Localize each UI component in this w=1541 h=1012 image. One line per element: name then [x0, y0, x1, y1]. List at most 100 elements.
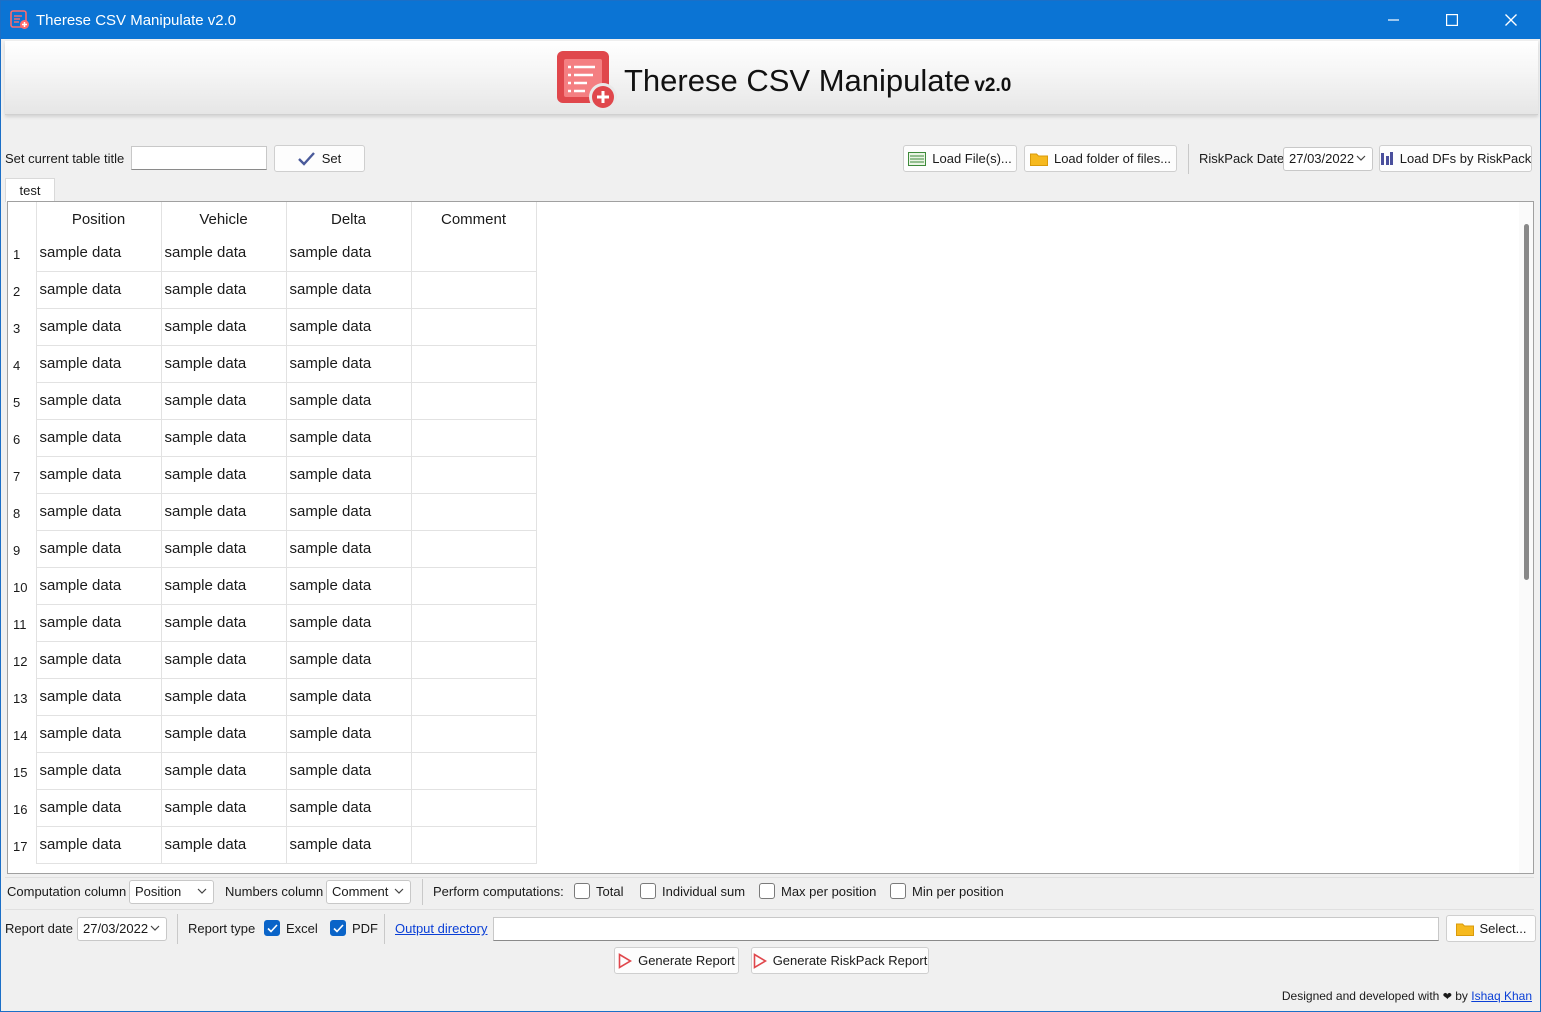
table-cell[interactable]: sample data	[161, 567, 287, 605]
output-directory-link[interactable]: Output directory	[395, 921, 488, 936]
table-cell[interactable]: sample data	[286, 382, 412, 420]
table-scrollbar[interactable]	[1519, 202, 1533, 873]
table-cell[interactable]	[411, 641, 537, 679]
scrollbar-thumb[interactable]	[1524, 224, 1529, 580]
table-row[interactable]: 14 sample data sample data sample data	[8, 715, 537, 753]
table-cell[interactable]: sample data	[161, 271, 287, 309]
table-cell[interactable]: sample data	[36, 678, 162, 716]
table-cell[interactable]	[411, 826, 537, 864]
column-header[interactable]: Position	[36, 202, 162, 234]
table-cell[interactable]: sample data	[286, 789, 412, 827]
report-date-picker[interactable]: 27/03/2022	[77, 917, 167, 941]
individual-sum-checkbox[interactable]	[640, 883, 656, 899]
table-cell[interactable]: sample data	[36, 345, 162, 383]
table-cell[interactable]: sample data	[286, 234, 412, 272]
table-cell[interactable]: sample data	[161, 234, 287, 272]
table-cell[interactable]: sample data	[161, 493, 287, 531]
table-cell[interactable]	[411, 456, 537, 494]
generate-riskpack-report-button[interactable]: Generate RiskPack Report	[751, 947, 929, 974]
table-cell[interactable]: sample data	[286, 308, 412, 346]
table-cell[interactable]: sample data	[161, 382, 287, 420]
table-cell[interactable]: sample data	[161, 604, 287, 642]
table-cell[interactable]: sample data	[161, 419, 287, 457]
table-cell[interactable]	[411, 345, 537, 383]
table-row[interactable]: 5 sample data sample data sample data	[8, 382, 537, 420]
table-title-input[interactable]	[131, 146, 267, 170]
table-cell[interactable]: sample data	[286, 604, 412, 642]
table-cell[interactable]: sample data	[286, 456, 412, 494]
load-dfs-button[interactable]: Load DFs by RiskPack	[1379, 145, 1532, 172]
table-cell[interactable]	[411, 567, 537, 605]
table-cell[interactable]	[411, 382, 537, 420]
table-cell[interactable]	[411, 493, 537, 531]
table-cell[interactable]	[411, 789, 537, 827]
pdf-checkbox[interactable]	[330, 920, 346, 936]
table-cell[interactable]	[411, 604, 537, 642]
table-cell[interactable]: sample data	[161, 345, 287, 383]
table-cell[interactable]: sample data	[36, 530, 162, 568]
table-cell[interactable]: sample data	[286, 567, 412, 605]
column-header[interactable]: Vehicle	[161, 202, 287, 234]
table-cell[interactable]: sample data	[161, 789, 287, 827]
table-cell[interactable]: sample data	[286, 419, 412, 457]
table-cell[interactable]: sample data	[286, 345, 412, 383]
select-button[interactable]: Select...	[1446, 915, 1536, 942]
table-cell[interactable]: sample data	[36, 826, 162, 864]
column-header[interactable]: Delta	[286, 202, 412, 234]
table-cell[interactable]: sample data	[36, 789, 162, 827]
set-button[interactable]: Set	[274, 145, 365, 172]
table-cell[interactable]: sample data	[286, 271, 412, 309]
table-cell[interactable]: sample data	[36, 752, 162, 790]
table-cell[interactable]	[411, 752, 537, 790]
table-row[interactable]: 11 sample data sample data sample data	[8, 604, 537, 642]
table-cell[interactable]: sample data	[286, 530, 412, 568]
table-cell[interactable]	[411, 271, 537, 309]
table-row[interactable]: 1 sample data sample data sample data	[8, 234, 537, 272]
table-cell[interactable]	[411, 419, 537, 457]
table-cell[interactable]: sample data	[286, 826, 412, 864]
table-row[interactable]: 13 sample data sample data sample data	[8, 678, 537, 716]
table-row[interactable]: 10 sample data sample data sample data	[8, 567, 537, 605]
table-cell[interactable]: sample data	[286, 715, 412, 753]
min-per-position-checkbox[interactable]	[890, 883, 906, 899]
table-cell[interactable]: sample data	[161, 715, 287, 753]
close-button[interactable]	[1482, 1, 1540, 39]
table-cell[interactable]	[411, 234, 537, 272]
table-cell[interactable]: sample data	[36, 715, 162, 753]
table-row[interactable]: 9 sample data sample data sample data	[8, 530, 537, 568]
total-checkbox[interactable]	[574, 883, 590, 899]
table-row[interactable]: 3 sample data sample data sample data	[8, 308, 537, 346]
table-cell[interactable]: sample data	[36, 382, 162, 420]
table-cell[interactable]: sample data	[36, 456, 162, 494]
output-directory-input[interactable]	[493, 917, 1439, 941]
author-link[interactable]: Ishaq Khan	[1471, 989, 1532, 1003]
riskpack-date-picker[interactable]: 27/03/2022	[1283, 147, 1373, 171]
table-cell[interactable]: sample data	[286, 678, 412, 716]
numbers-column-select[interactable]: Comment	[326, 880, 411, 904]
table-cell[interactable]	[411, 678, 537, 716]
table-row[interactable]: 17 sample data sample data sample data	[8, 826, 537, 864]
table-cell[interactable]: sample data	[36, 271, 162, 309]
table-row[interactable]: 2 sample data sample data sample data	[8, 271, 537, 309]
table-row[interactable]: 4 sample data sample data sample data	[8, 345, 537, 383]
load-files-button[interactable]: Load File(s)...	[903, 145, 1017, 172]
table-cell[interactable]: sample data	[161, 826, 287, 864]
table-cell[interactable]: sample data	[161, 456, 287, 494]
table-cell[interactable]: sample data	[36, 493, 162, 531]
table-cell[interactable]: sample data	[36, 567, 162, 605]
table-cell[interactable]: sample data	[36, 234, 162, 272]
excel-checkbox[interactable]	[264, 920, 280, 936]
table-cell[interactable]	[411, 308, 537, 346]
table-row[interactable]: 12 sample data sample data sample data	[8, 641, 537, 679]
table-cell[interactable]: sample data	[286, 493, 412, 531]
column-header[interactable]: Comment	[411, 202, 537, 234]
table-cell[interactable]: sample data	[286, 641, 412, 679]
table-row[interactable]: 7 sample data sample data sample data	[8, 456, 537, 494]
table-row[interactable]: 15 sample data sample data sample data	[8, 752, 537, 790]
computation-column-select[interactable]: Position	[129, 880, 214, 904]
max-per-position-checkbox[interactable]	[759, 883, 775, 899]
table-cell[interactable]: sample data	[161, 308, 287, 346]
table-cell[interactable]: sample data	[36, 604, 162, 642]
table-cell[interactable]: sample data	[161, 530, 287, 568]
table-row[interactable]: 16 sample data sample data sample data	[8, 789, 537, 827]
